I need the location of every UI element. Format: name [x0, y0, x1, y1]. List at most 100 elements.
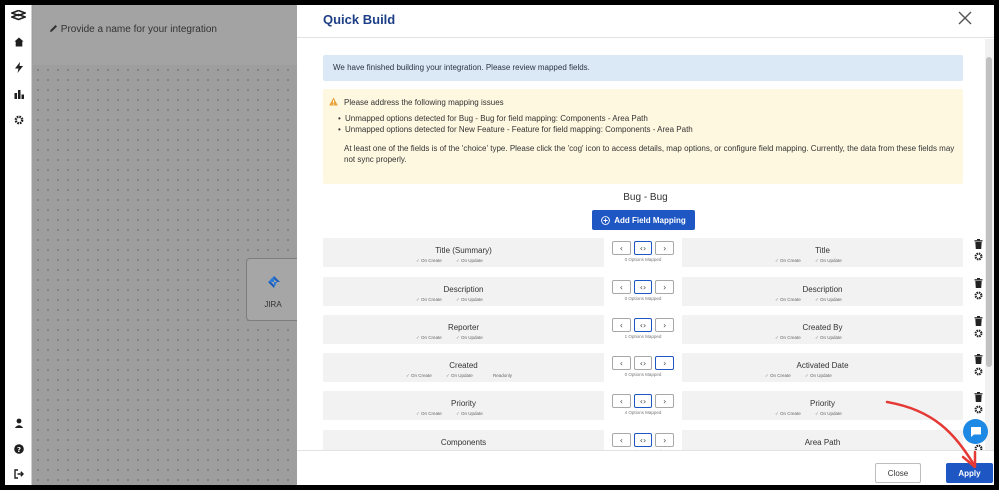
sync-flag: On Create [775, 297, 801, 303]
close-button[interactable]: Close [875, 463, 921, 483]
sync-left-button[interactable]: ‹ [612, 241, 631, 255]
trash-icon[interactable] [974, 354, 983, 364]
app-frame: ? Provide a name for your integration JI… [5, 5, 994, 485]
right-field-name: Description [802, 285, 843, 294]
trash-icon[interactable] [974, 278, 983, 288]
left-field-name: Priority [451, 399, 476, 408]
gear-icon[interactable] [974, 329, 983, 338]
right-field-cell[interactable]: DescriptionOn Create On Update [682, 277, 963, 306]
sync-flag: On Update [456, 258, 483, 264]
plus-circle-icon [601, 215, 611, 225]
sync-direction-group: ‹ ‹› › [612, 433, 675, 447]
jira-icon [268, 276, 280, 288]
sync-both-button[interactable]: ‹› [633, 318, 653, 332]
sync-flag: On Create [416, 258, 442, 264]
sync-flag: On Create [416, 411, 442, 417]
quick-build-modal: Quick Build We have finished building yo… [297, 5, 994, 485]
warning-title: Please address the following mapping iss… [344, 98, 504, 107]
right-field-cell[interactable]: Area PathOn CreateOn Update [682, 430, 963, 450]
warning-banner: Please address the following mapping iss… [323, 89, 963, 184]
sync-both-button[interactable]: ‹› [633, 241, 653, 255]
gear-icon[interactable] [974, 405, 983, 414]
right-field-cell[interactable]: Priority On Create On Update [682, 391, 963, 420]
sync-left-button[interactable]: ‹ [612, 356, 631, 370]
info-message: We have finished building your integrati… [333, 63, 590, 72]
user-icon[interactable] [11, 415, 26, 430]
sync-flag: On Update [456, 411, 483, 417]
left-field-cell[interactable]: Created On Create On Update Readonly [323, 353, 604, 382]
svg-text:?: ? [16, 445, 20, 453]
row-actions [972, 238, 984, 267]
trash-icon[interactable] [974, 392, 983, 402]
jira-node[interactable]: JIRA [246, 258, 302, 321]
sync-both-button[interactable]: ‹› [633, 280, 653, 294]
sync-left-button[interactable]: ‹ [612, 280, 631, 294]
right-field-name: Area Path [804, 438, 841, 447]
field-mapping-row: Created On Create On Update Readonly ‹‹›› 0 O… [323, 353, 983, 387]
chat-widget-button[interactable] [963, 419, 988, 444]
sync-flag: On Update [815, 335, 842, 341]
bolt-icon[interactable] [11, 60, 26, 75]
modal-body: We have finished building your integrati… [297, 39, 994, 450]
close-icon[interactable] [957, 10, 973, 26]
sync-flag: On Create [765, 373, 791, 379]
warning-icon [329, 97, 338, 106]
row-actions [972, 353, 984, 382]
scrollbar-thumb[interactable] [986, 57, 992, 367]
sync-flag: On Create [416, 297, 442, 303]
sync-right-button[interactable]: › [655, 318, 675, 332]
logo-icon[interactable] [11, 9, 26, 24]
sync-flag: On Update [805, 373, 832, 379]
modal-footer: Close Apply [297, 450, 994, 485]
sync-left-button[interactable]: ‹ [612, 394, 631, 408]
sync-left-button[interactable]: ‹ [612, 318, 631, 332]
sync-both-button[interactable]: ‹› [633, 394, 653, 408]
left-field-cell[interactable]: Priority On Create On Update [323, 391, 604, 420]
gear-icon[interactable] [974, 291, 983, 300]
integration-name-field[interactable]: Provide a name for your integration [49, 24, 217, 35]
integration-canvas [33, 5, 298, 485]
right-field-cell[interactable]: Title On Create On Update [682, 238, 963, 267]
warning-item: Unmapped options detected for New Featur… [338, 125, 693, 134]
sync-both-button[interactable]: ‹› [633, 356, 653, 370]
add-field-mapping-button[interactable]: Add Field Mapping [592, 210, 695, 230]
left-field-name: Title (Summary) [435, 246, 492, 255]
right-field-cell[interactable]: Created ByOn Create On Update [682, 315, 963, 344]
help-icon[interactable]: ? [11, 441, 26, 456]
options-mapped-count: 4 Options Mapped [624, 410, 662, 415]
sync-left-button[interactable]: ‹ [612, 433, 631, 447]
left-field-cell[interactable]: DescriptionOn Create On Update [323, 277, 604, 306]
gear-icon[interactable] [974, 252, 983, 261]
sync-right-button[interactable]: › [655, 394, 675, 408]
left-field-name: Reporter [447, 323, 480, 332]
trash-icon[interactable] [974, 239, 983, 249]
right-field-name: Created By [802, 323, 843, 332]
modal-title: Quick Build [323, 12, 396, 27]
integration-name-placeholder: Provide a name for your integration [60, 24, 217, 35]
right-field-cell[interactable]: Activated Date On Create On Update [682, 353, 963, 382]
left-field-name: Description [443, 285, 484, 294]
trash-icon[interactable] [974, 316, 983, 326]
apply-button[interactable]: Apply [946, 463, 993, 483]
mapping-section-title: Bug - Bug [623, 192, 668, 203]
modal-scrollbar[interactable] [985, 39, 994, 450]
gear-icon[interactable] [11, 112, 26, 127]
sync-right-button[interactable]: › [655, 241, 675, 255]
home-icon[interactable] [11, 34, 26, 49]
left-rail: ? [5, 5, 32, 485]
gear-icon[interactable] [974, 367, 983, 376]
left-field-cell[interactable]: ComponentsOn CreateOn Update [323, 430, 604, 450]
left-field-name: Components [440, 438, 487, 447]
sync-right-button[interactable]: › [655, 280, 675, 294]
sync-right-button[interactable]: › [655, 433, 675, 447]
sync-both-button[interactable]: ‹› [633, 433, 653, 447]
sync-flag: On Update [456, 335, 483, 341]
left-field-cell[interactable]: Title (Summary) On Create On Update [323, 238, 604, 267]
logout-icon[interactable] [11, 466, 26, 481]
left-field-cell[interactable]: Reporter On Create On Update [323, 315, 604, 344]
right-field-name: Activated Date [796, 361, 849, 370]
sync-flag: On Create [775, 411, 801, 417]
sync-right-button[interactable]: › [655, 356, 675, 370]
chart-icon[interactable] [11, 86, 26, 101]
left-field-name: Created [449, 361, 478, 370]
